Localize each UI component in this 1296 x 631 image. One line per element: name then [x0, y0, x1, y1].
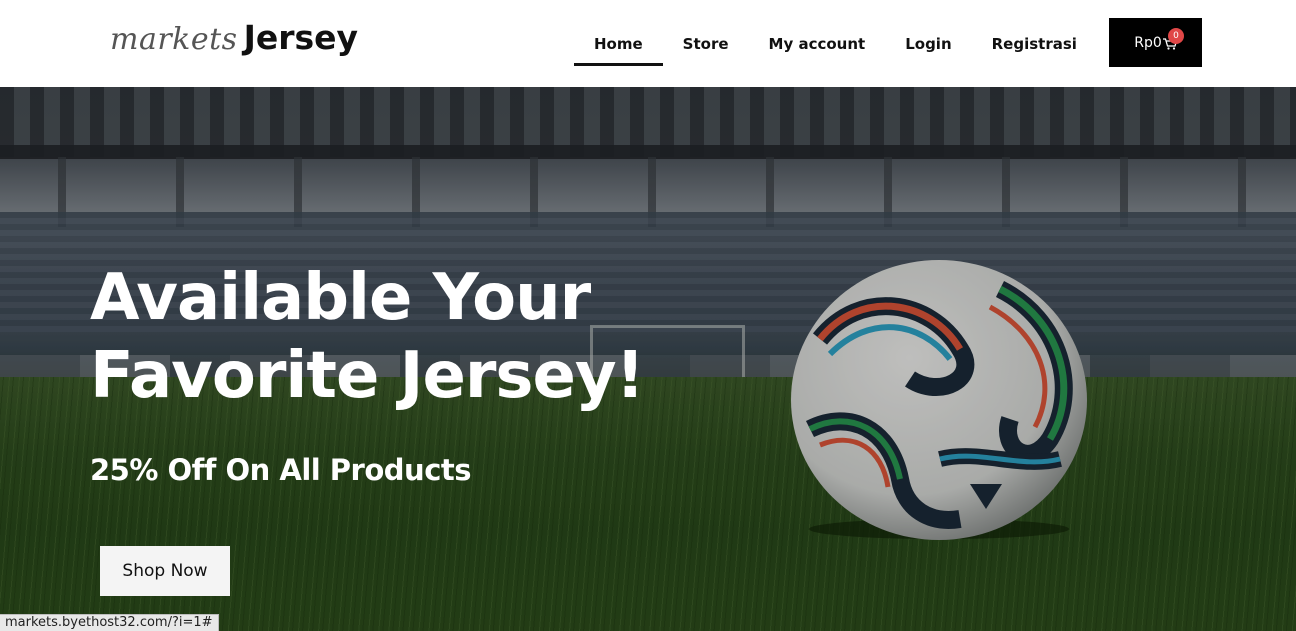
hero-banner: Available Your Favorite Jersey! 25% Off … — [0, 87, 1296, 631]
hero-subtitle: 25% Off On All Products — [90, 453, 472, 487]
site-header: markets Jersey Home Store My account Log… — [0, 0, 1296, 87]
hero-title-line-1: Available Your — [90, 261, 591, 335]
cart-count-badge: 0 — [1168, 28, 1184, 44]
nav-registrasi[interactable]: Registrasi — [972, 22, 1097, 66]
cart-total: Rp0 — [1134, 34, 1162, 51]
site-logo[interactable]: markets Jersey — [110, 18, 358, 62]
hero-title-line-2: Favorite Jersey! — [90, 339, 645, 413]
nav-login[interactable]: Login — [885, 22, 971, 66]
logo-bold-text: Jersey — [243, 18, 359, 57]
browser-status-url: markets.byethost32.com/?i=1# — [0, 614, 219, 631]
nav-home[interactable]: Home — [574, 22, 663, 66]
cart-button[interactable]: Rp0 0 — [1109, 18, 1202, 67]
shop-now-button[interactable]: Shop Now — [100, 546, 230, 596]
logo-script-text: markets — [110, 22, 238, 57]
nav-store[interactable]: Store — [663, 22, 749, 66]
main-nav: Home Store My account Login Registrasi — [574, 22, 1097, 66]
hero-title: Available Your Favorite Jersey! — [90, 259, 650, 415]
nav-my-account[interactable]: My account — [749, 22, 886, 66]
